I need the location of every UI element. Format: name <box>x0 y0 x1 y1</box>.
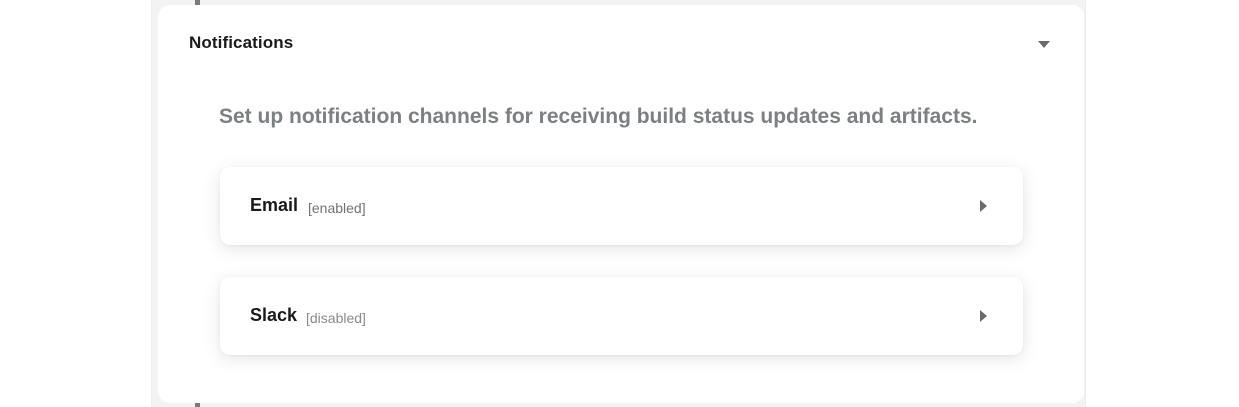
chevron-down-icon[interactable] <box>1038 41 1050 48</box>
chevron-right-icon[interactable] <box>980 200 987 212</box>
channel-status: [disabled] <box>306 310 366 326</box>
channel-name: Email <box>250 195 299 215</box>
panel-title: Notifications <box>189 33 294 52</box>
channel-card-email[interactable]: Email [enabled] <box>220 167 1023 245</box>
notifications-panel-body: Set up notification channels for receivi… <box>158 82 1084 403</box>
channel-name: Slack <box>250 305 298 325</box>
panel-description: Set up notification channels for receivi… <box>219 105 978 128</box>
channel-card-slack[interactable]: Slack [disabled] <box>220 277 1023 355</box>
chevron-right-icon[interactable] <box>980 310 987 322</box>
notifications-panel: Notifications Set up notification channe… <box>158 5 1084 403</box>
notifications-panel-header[interactable]: Notifications <box>158 5 1084 82</box>
channel-status: [enabled] <box>308 200 366 216</box>
